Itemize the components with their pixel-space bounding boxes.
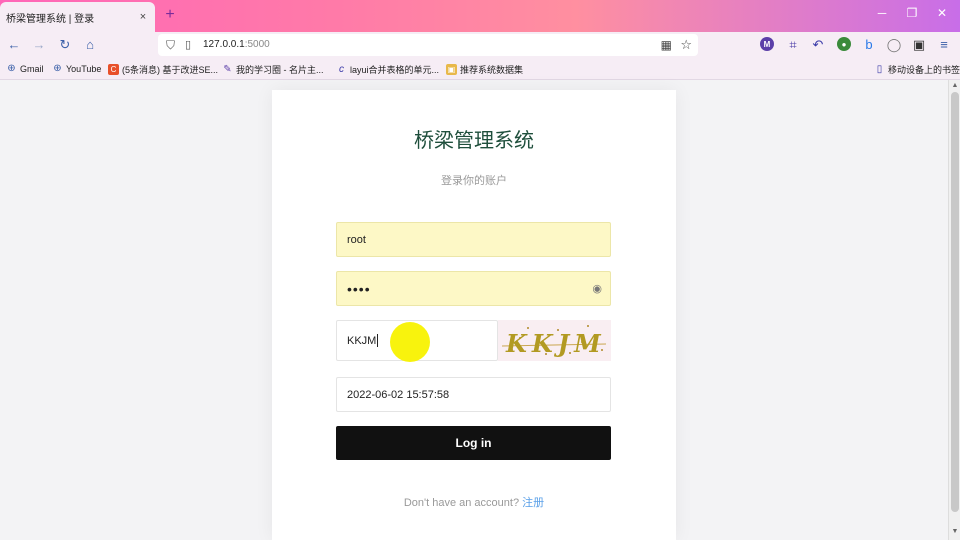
bookmark-item[interactable]: ▣ 推荐系统数据集 [446,63,523,76]
page-viewport: 桥梁管理系统 登录你的账户 root •••• ◉ KKJM KKJM 2022… [0,80,948,540]
bookmark-label: 我的学习圈 - 名片主... [236,65,324,75]
bookmarks-bar: ⊕ Gmail ⊕ YouTube C (5条消息) 基于改进SE... ✎ 我… [0,58,960,80]
mobile-bookmarks-label: 移动设备上的书签 [888,65,960,75]
browser-navbar: ← → ↻ ⌂ ⛉ ▯ 127.0.0.1:5000 ▦ ☆ M ⌗ ↶ ● b… [0,32,960,58]
mouse-cursor-highlight [390,322,430,362]
c-letter-icon: c [339,64,344,75]
scroll-up-icon[interactable]: ▲ [950,82,960,89]
bookmark-item[interactable]: C (5条消息) 基于改进SE... [108,63,218,76]
address-bar[interactable]: ⛉ ▯ 127.0.0.1:5000 ▦ ☆ [158,34,698,56]
browser-titlebar: 桥梁管理系统 | 登录 × + ─ ❐ ✕ [0,0,960,32]
settings-circle-icon[interactable]: ◯ [886,37,902,53]
mobile-icon: ▯ [876,64,883,75]
reload-icon[interactable]: ↻ [57,37,73,53]
menu-icon[interactable]: ≡ [936,37,952,53]
url-host: 127.0.0.1 [203,39,245,50]
login-card: 桥梁管理系统 登录你的账户 root •••• ◉ KKJM KKJM 2022… [272,90,676,540]
page-icon: ▯ [185,39,192,51]
datetime-input[interactable]: 2022-06-02 15:57:58 [336,377,611,412]
captcha-value: KKJM [347,334,377,347]
text-caret [377,334,379,347]
feather-icon: ✎ [223,64,232,75]
extension-puzzle-icon[interactable]: ▣ [911,37,927,53]
login-button[interactable]: Log in [336,426,611,460]
minimize-icon[interactable]: ─ [872,6,892,20]
scroll-down-icon[interactable]: ▼ [950,528,960,535]
bookmark-item[interactable]: c layui合并表格的单元... [336,63,439,76]
bookmark-star-icon[interactable]: ☆ [680,37,692,53]
mobile-bookmarks[interactable]: ▯ 移动设备上的书签 [874,63,960,76]
forward-icon[interactable]: → [31,37,47,53]
shield-icon[interactable]: ⛉ [166,38,175,53]
bookmark-item[interactable]: ⊕ YouTube [52,63,101,74]
back-icon[interactable]: ← [6,37,22,53]
csdn-icon: C [108,64,119,75]
image-icon: ▣ [446,64,457,75]
extension-m-icon[interactable]: M [760,37,774,51]
bookmark-label: 推荐系统数据集 [460,65,524,75]
extension-green-icon[interactable]: ● [837,37,851,51]
username-input[interactable]: root [336,222,611,257]
password-input[interactable]: •••• ◉ [336,271,611,306]
captcha-svg: KKJM [501,325,607,358]
captcha-image[interactable]: KKJM [498,320,611,361]
close-window-icon[interactable]: ✕ [932,6,952,20]
signup-prompt-text: Don't have an account? [403,497,520,509]
bookmark-label: YouTube [66,63,102,74]
password-value: •••• [347,280,371,297]
scrollbar-thumb[interactable] [951,92,959,512]
new-tab-button[interactable]: + [162,6,178,24]
url-port: :5000 [244,39,270,50]
bookmark-label: (5条消息) 基于改进SE... [122,65,219,75]
datetime-value: 2022-06-02 15:57:58 [347,388,450,401]
tab-close-button[interactable]: × [137,11,149,23]
signup-link[interactable]: 注册 [522,497,544,509]
tab-title: 桥梁管理系统 | 登录 [6,13,95,25]
page-scrollbar[interactable]: ▲ ▼ [948,80,960,540]
restore-icon[interactable]: ❐ [902,6,922,20]
crop-icon[interactable]: ⌗ [785,37,801,53]
signup-prompt: Don't have an account? 注册 [272,494,676,510]
bookmark-item[interactable]: ✎ 我的学习圈 - 名片主... [222,63,324,76]
globe-icon: ⊕ [7,63,16,74]
username-value: root [347,233,366,246]
page-title: 桥梁管理系统 [414,130,534,152]
url-text: 127.0.0.1:5000 [203,39,270,50]
bing-icon[interactable]: b [861,37,877,53]
browser-tab-active[interactable]: 桥梁管理系统 | 登录 × [0,2,155,32]
show-password-icon[interactable]: ◉ [592,282,602,295]
bookmark-label: layui合并表格的单元... [350,65,440,75]
qr-code-icon[interactable]: ▦ [661,38,672,52]
home-icon[interactable]: ⌂ [82,37,98,53]
captcha-text: KKJM [505,329,606,358]
undo-icon[interactable]: ↶ [810,37,826,53]
bookmark-item[interactable]: ⊕ Gmail [6,63,44,74]
bookmark-label: Gmail [20,63,44,74]
globe-icon: ⊕ [53,63,62,74]
login-subtitle: 登录你的账户 [441,175,507,187]
